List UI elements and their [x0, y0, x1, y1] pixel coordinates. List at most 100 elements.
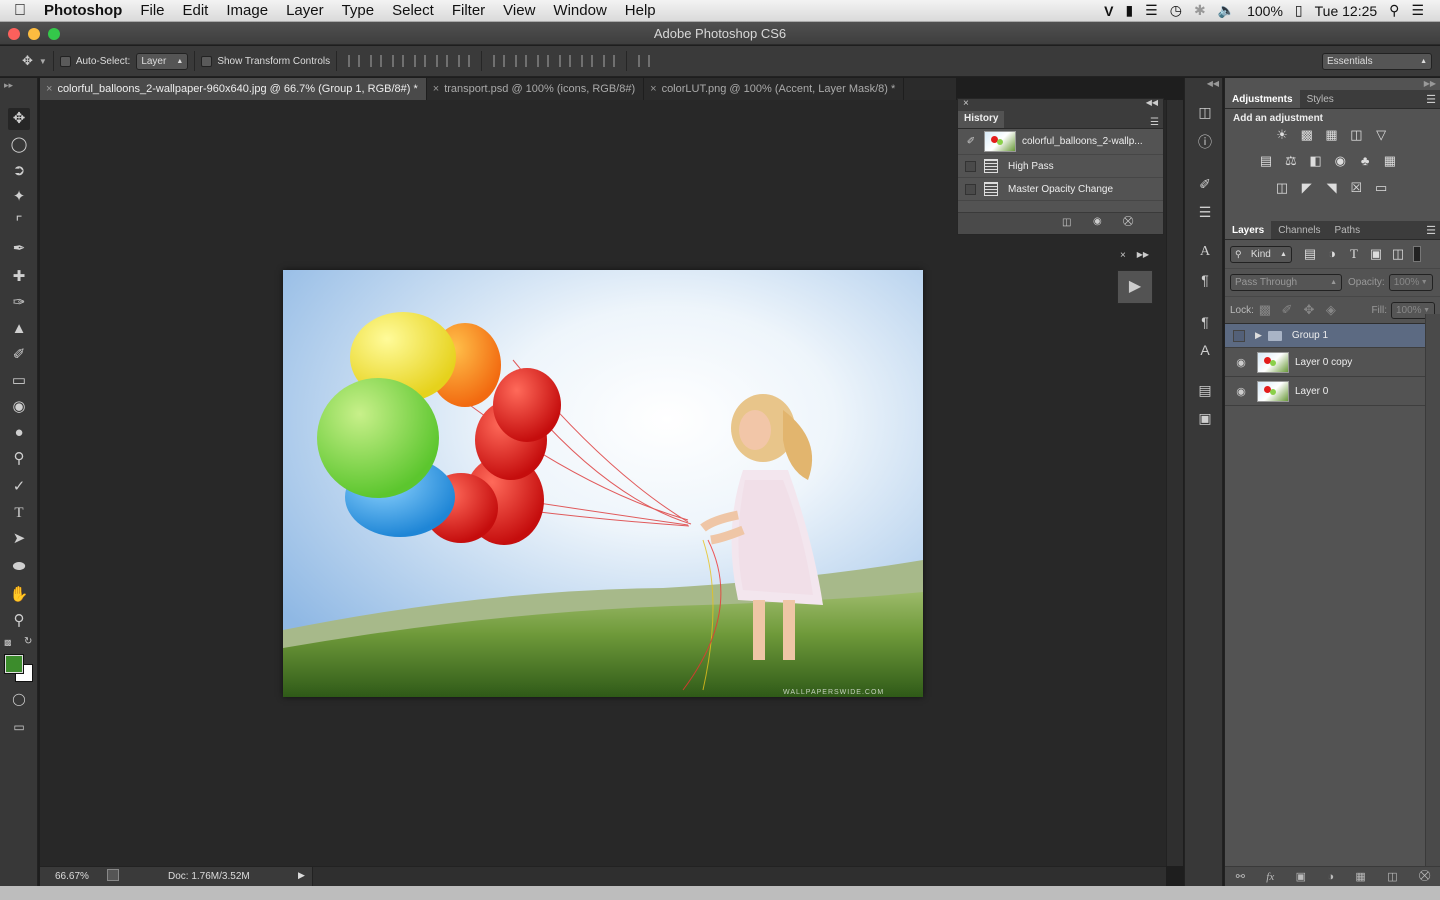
- layer-comps-icon[interactable]: ▤: [1195, 380, 1215, 400]
- crop-tool-icon[interactable]: ⌜: [8, 212, 30, 234]
- new-group-icon[interactable]: ▦: [1355, 870, 1365, 883]
- apple-menu-icon[interactable]: : [0, 2, 40, 20]
- move-tool-icon[interactable]: ✥: [8, 108, 30, 130]
- balloons-photo[interactable]: WALLPAPERSWIDE.COM: [283, 270, 923, 697]
- hand-tool-icon[interactable]: ✋: [8, 584, 30, 606]
- history-state[interactable]: Master Opacity Change: [958, 178, 1163, 201]
- doc-size[interactable]: Doc: 1.76M/3.52M: [168, 871, 250, 882]
- menu-app[interactable]: Photoshop: [40, 0, 131, 22]
- expand-panel-icon[interactable]: ▶▶: [1137, 250, 1149, 259]
- collapse-panels-icon[interactable]: ▶▶: [1424, 79, 1436, 88]
- workspace-switcher[interactable]: Essentials ▲: [1322, 53, 1432, 70]
- menu-image[interactable]: Image: [217, 0, 277, 22]
- doc-tab-transport[interactable]: × transport.psd @ 100% (icons, RGB/8#): [427, 78, 645, 100]
- layer-row-layer0[interactable]: ◉ Layer 0: [1225, 377, 1425, 406]
- menu-file[interactable]: File: [131, 0, 173, 22]
- lock-position-icon[interactable]: ✥: [1301, 303, 1317, 317]
- auto-select-dropdown[interactable]: Layer ▲: [136, 52, 189, 70]
- doc-tab-colorlut[interactable]: × colorLUT.png @ 100% (Accent, Layer Mask…: [644, 78, 905, 100]
- doc-tab-balloons[interactable]: × colorful_balloons_2-wallpaper-960x640.j…: [40, 78, 427, 100]
- notes-panel-icon[interactable]: ▣: [1195, 408, 1215, 428]
- vpn-icon[interactable]: V: [1098, 3, 1119, 19]
- link-layers-icon[interactable]: ⚯: [1236, 870, 1245, 883]
- clone-stamp-tool-icon[interactable]: ▲: [8, 318, 30, 340]
- align-right-edges-icon[interactable]: [458, 55, 471, 67]
- tab-channels[interactable]: Channels: [1271, 221, 1327, 239]
- paragraph-styles-icon[interactable]: ¶: [1195, 312, 1215, 332]
- align-top-edges-icon[interactable]: [348, 55, 361, 67]
- tab-adjustments[interactable]: Adjustments: [1225, 90, 1300, 108]
- photo-filter-icon[interactable]: ◉: [1332, 154, 1348, 168]
- battery-icon[interactable]: ▯: [1289, 2, 1309, 19]
- blur-tool-icon[interactable]: ●: [8, 422, 30, 444]
- volume-icon[interactable]: 🔈: [1212, 2, 1241, 19]
- channel-mixer-icon[interactable]: ♣: [1357, 154, 1373, 168]
- filter-adjustment-icon[interactable]: ◑: [1324, 247, 1340, 261]
- opacity-input[interactable]: 100% ▼: [1388, 274, 1433, 291]
- trash-icon[interactable]: ⛒: [1123, 216, 1133, 227]
- black-white-icon[interactable]: ◧: [1308, 154, 1324, 168]
- blend-mode-dropdown[interactable]: Pass Through ▲: [1230, 274, 1342, 291]
- selective-color-icon[interactable]: ☒: [1348, 181, 1364, 195]
- panel-menu-icon[interactable]: ☰: [1426, 93, 1436, 106]
- posterize-icon[interactable]: ◤: [1299, 181, 1315, 195]
- filter-shape-icon[interactable]: ▣: [1368, 247, 1384, 261]
- clock[interactable]: Tue 12:25: [1309, 3, 1384, 19]
- screen-mode-icon[interactable]: ▭: [8, 716, 30, 738]
- quick-mask-icon[interactable]: ◯: [8, 688, 30, 710]
- vibrance-icon[interactable]: ▽: [1373, 128, 1389, 142]
- distribute-right-icon[interactable]: [603, 55, 616, 67]
- swap-colors-icon[interactable]: ↻: [24, 636, 32, 647]
- shield-icon[interactable]: ▮: [1119, 2, 1139, 19]
- exposure-icon[interactable]: ◫: [1348, 128, 1364, 142]
- brush-presets-icon[interactable]: ✐: [1195, 174, 1215, 194]
- distribute-vcenter-icon[interactable]: [515, 55, 528, 67]
- elliptical-marquee-tool-icon[interactable]: ◯: [8, 134, 30, 156]
- lasso-tool-icon[interactable]: ➲: [8, 160, 30, 182]
- layer-row-layer0-copy[interactable]: ◉ Layer 0 copy: [1225, 348, 1425, 377]
- layers-scrollbar[interactable]: [1425, 314, 1440, 868]
- distribute-top-icon[interactable]: [493, 55, 506, 67]
- tab-styles[interactable]: Styles: [1300, 90, 1341, 108]
- camera-snapshot-icon[interactable]: ◉: [1093, 216, 1102, 227]
- delete-layer-icon[interactable]: ⛒: [1419, 870, 1430, 883]
- collapse-panel-icon[interactable]: ◀◀: [1146, 98, 1158, 107]
- layer-style-fx-icon[interactable]: fx: [1266, 871, 1274, 883]
- close-tab-icon[interactable]: ×: [46, 83, 52, 95]
- lock-image-icon[interactable]: ✐: [1279, 303, 1295, 317]
- menu-select[interactable]: Select: [383, 0, 443, 22]
- status-icon[interactable]: [107, 869, 119, 881]
- collapse-panel-icon[interactable]: ▸▸: [4, 80, 13, 91]
- invert-icon[interactable]: ◫: [1274, 181, 1290, 195]
- brightness-contrast-icon[interactable]: ☀: [1274, 128, 1290, 142]
- 3d-panel-icon[interactable]: ◫: [1195, 102, 1215, 122]
- close-tab-icon[interactable]: ×: [433, 83, 439, 95]
- lock-all-icon[interactable]: ◈: [1323, 303, 1339, 317]
- time-machine-icon[interactable]: ◷: [1164, 2, 1188, 19]
- filter-toggle-switch[interactable]: [1413, 246, 1421, 262]
- menu-window[interactable]: Window: [544, 0, 615, 22]
- close-panel-icon[interactable]: ×: [963, 98, 969, 109]
- align-horizontal-centers-icon[interactable]: [436, 55, 449, 67]
- status-menu-arrow-icon[interactable]: ▶: [298, 870, 305, 881]
- panel-menu-icon[interactable]: ☰: [1150, 117, 1159, 128]
- eye-visibility-icon[interactable]: ◉: [1233, 356, 1249, 369]
- ellipse-shape-tool-icon[interactable]: ⬬: [8, 556, 30, 578]
- history-snapshot[interactable]: ✐ colorful_balloons_2-wallp...: [958, 129, 1163, 155]
- tool-preset-dropdown-icon[interactable]: ▼: [39, 57, 47, 66]
- character-styles-icon[interactable]: A: [1195, 340, 1215, 360]
- gradient-map-icon[interactable]: ▭: [1373, 181, 1389, 195]
- canvas-scrollbar[interactable]: [1166, 100, 1183, 866]
- close-panel-icon[interactable]: ×: [1120, 250, 1126, 261]
- horizontal-scrollbar[interactable]: [312, 867, 1166, 886]
- type-tool-icon[interactable]: T: [8, 502, 30, 524]
- dodge-tool-icon[interactable]: ⚲: [8, 448, 30, 470]
- tab-paths[interactable]: Paths: [1328, 221, 1368, 239]
- spotlight-search-icon[interactable]: ⚲: [1383, 2, 1405, 19]
- menu-view[interactable]: View: [494, 0, 544, 22]
- threshold-icon[interactable]: ◥: [1324, 181, 1340, 195]
- magic-wand-tool-icon[interactable]: ✦: [8, 186, 30, 208]
- tab-history[interactable]: History: [958, 111, 1005, 128]
- filter-pixel-icon[interactable]: ▤: [1302, 247, 1318, 261]
- tab-layers[interactable]: Layers: [1225, 221, 1272, 239]
